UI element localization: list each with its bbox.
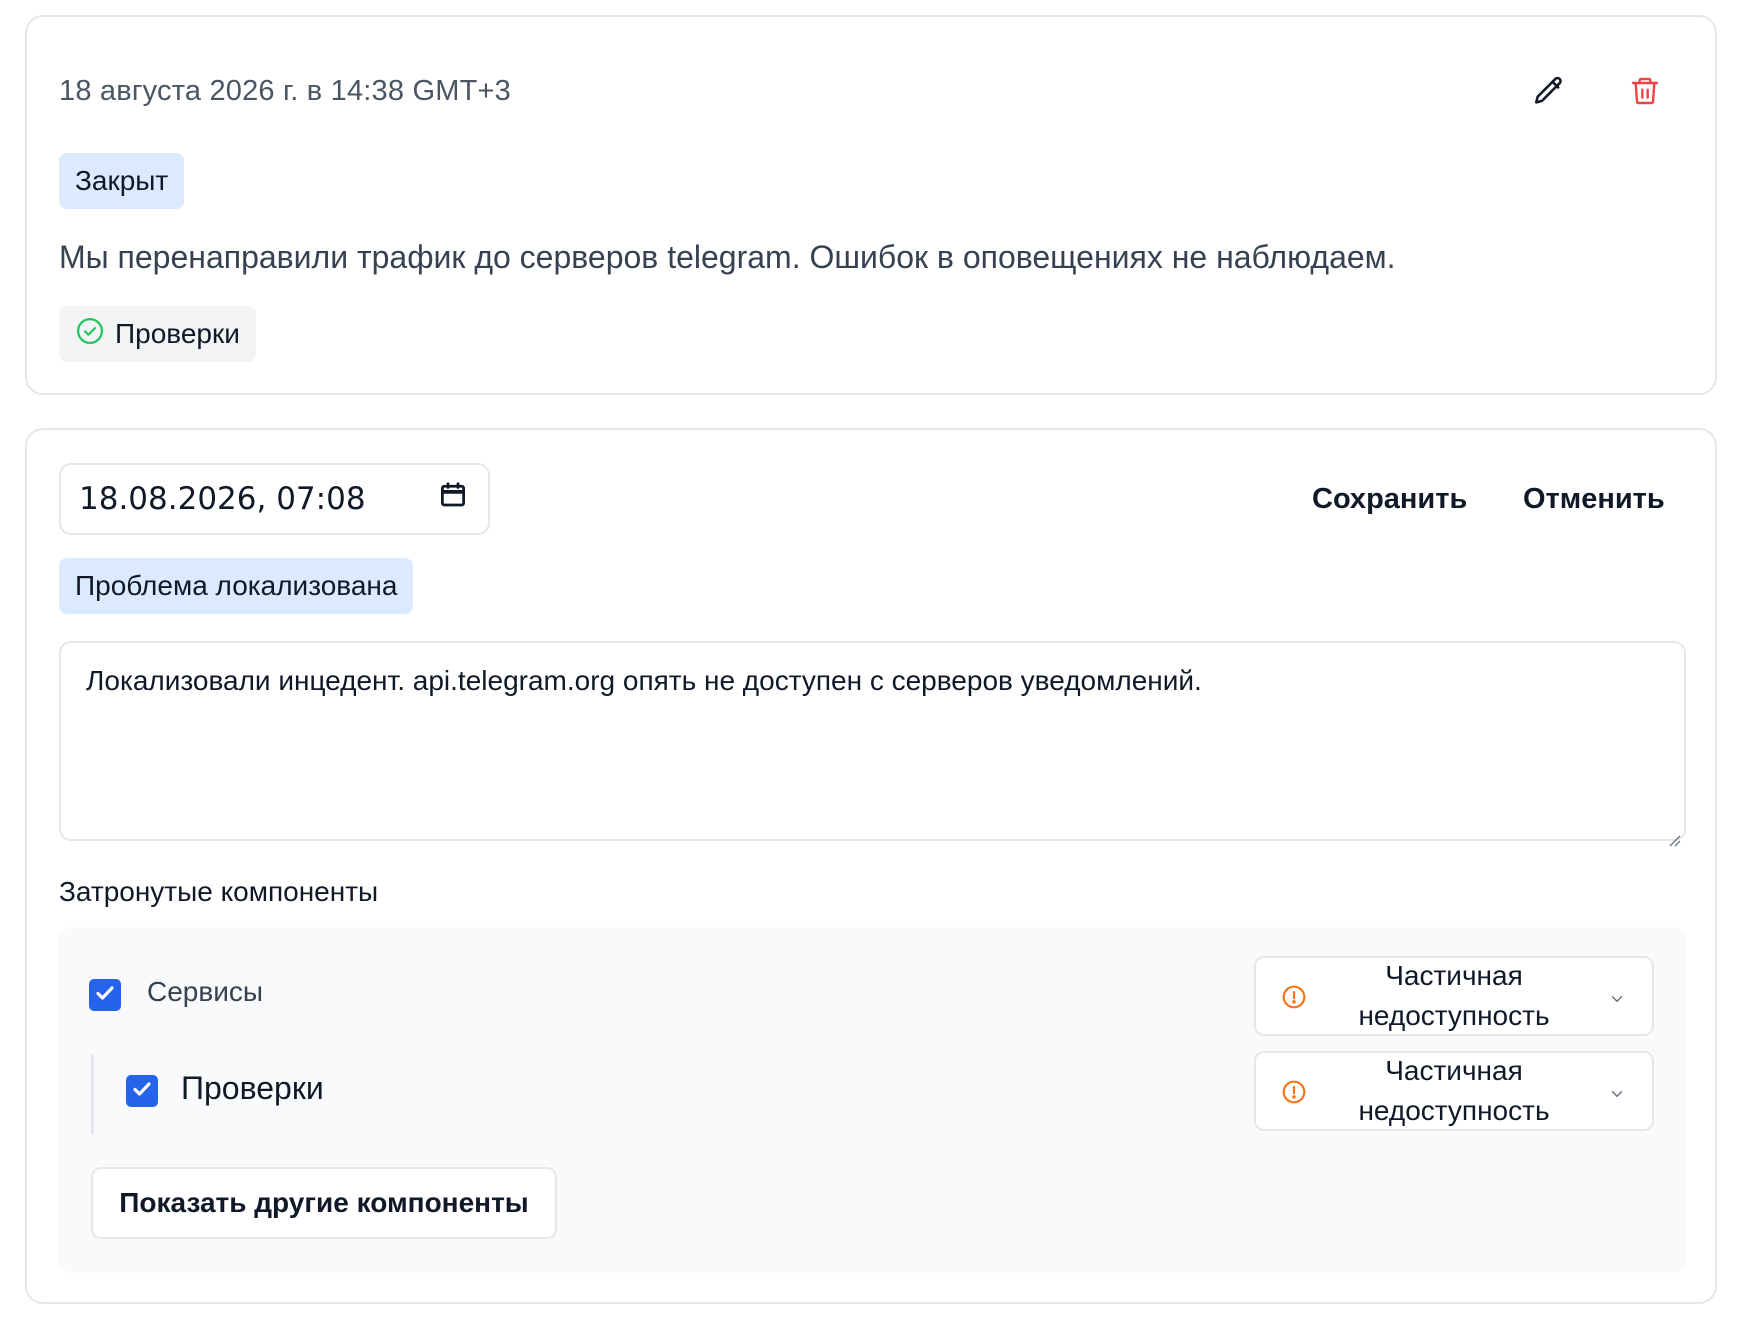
checks-checkbox[interactable]	[126, 1075, 158, 1107]
update-timestamp: 18 августа 2026 г. в 14:38 GMT+3	[59, 75, 511, 107]
component-status-select[interactable]: Частичная недоступность	[1254, 1051, 1654, 1131]
affected-component-chip: Проверки	[59, 306, 256, 362]
component-status-text: Частичная недоступность	[1316, 1053, 1592, 1129]
status-badge: Закрыт	[59, 153, 185, 209]
delete-button[interactable]	[1621, 69, 1669, 117]
affected-components-label: Затронутые компоненты	[59, 876, 379, 907]
check-circle-icon	[75, 316, 105, 353]
status-line-1: Частичная	[1385, 1055, 1523, 1086]
resize-handle-icon[interactable]	[1667, 822, 1681, 847]
incident-update-card: 18 августа 2026 г. в 14:38 GMT+3 Закрыт …	[25, 15, 1717, 395]
pencil-icon	[1532, 74, 1566, 113]
affected-components-panel: Сервисы Частичная недоступность Проверки…	[59, 927, 1686, 1273]
status-line-2: недоступность	[1358, 1095, 1550, 1126]
save-button[interactable]: Сохранить	[1312, 475, 1467, 523]
update-message: Мы перенаправили трафик до серверов tele…	[59, 239, 1396, 275]
datetime-input[interactable]: 18.08.2026, 07:08	[59, 463, 490, 535]
warning-circle-icon	[1281, 1079, 1307, 1110]
incident-update-edit-card: 18.08.2026, 07:08 Сохранить Отменить Про…	[25, 428, 1717, 1304]
datetime-value: 18.08.2026, 07:08	[79, 481, 366, 517]
cancel-button[interactable]: Отменить	[1523, 475, 1665, 523]
status-select-badge[interactable]: Проблема локализована	[59, 558, 414, 614]
calendar-icon[interactable]	[438, 480, 468, 518]
chip-label: Проверки	[115, 318, 240, 349]
show-other-components-button[interactable]: Показать другие компоненты	[91, 1167, 557, 1239]
component-status-select[interactable]: Частичная недоступность	[1254, 956, 1654, 1036]
component-row-checks: Проверки Частичная недоступность	[59, 1047, 1686, 1143]
warning-circle-icon	[1281, 984, 1307, 1015]
message-textarea[interactable]: Локализовали инцедент. api.telegram.org …	[59, 641, 1686, 847]
component-name: Проверки	[181, 1070, 324, 1106]
status-line-2: недоступность	[1358, 1000, 1550, 1031]
trash-icon	[1629, 74, 1661, 113]
checkmark-icon	[130, 1077, 154, 1106]
checkmark-icon	[93, 981, 117, 1010]
chevron-down-icon	[1608, 1085, 1626, 1108]
status-line-1: Частичная	[1385, 960, 1523, 991]
chevron-down-icon	[1608, 990, 1626, 1013]
services-checkbox[interactable]	[89, 979, 121, 1011]
component-row-services: Сервисы Частичная недоступность	[59, 927, 1686, 1047]
component-status-text: Частичная недоступность	[1316, 958, 1592, 1034]
edit-button[interactable]	[1525, 69, 1573, 117]
component-name: Сервисы	[147, 976, 264, 1007]
message-textarea-value: Локализовали инцедент. api.telegram.org …	[86, 665, 1202, 696]
